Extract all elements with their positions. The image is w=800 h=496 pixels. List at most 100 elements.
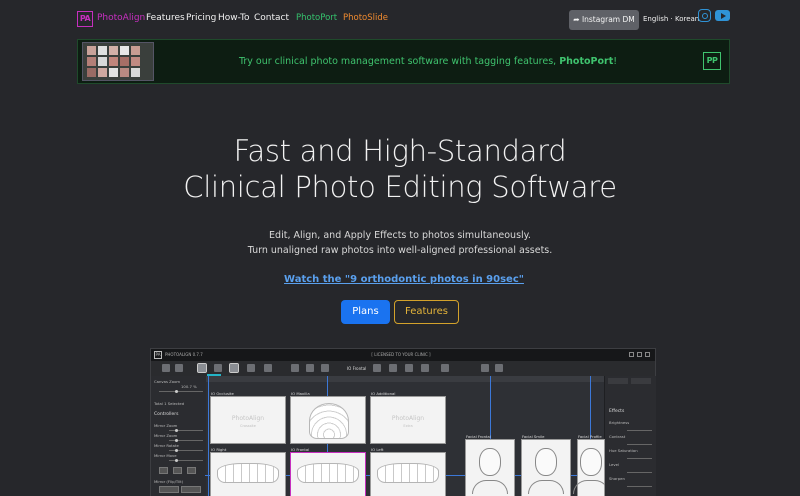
columns-icon [441, 364, 449, 372]
crop-icon [264, 364, 272, 372]
canvas-zoom-label: Canvas Zoom [154, 379, 181, 384]
effect-row-5: Sharpen [609, 476, 625, 481]
controller-knob-4 [175, 459, 178, 462]
minimize-icon [629, 352, 634, 357]
photo-label: IO Maxilla [291, 391, 310, 396]
photo-label: Facial Smile [522, 434, 545, 439]
face-head-drawing [535, 448, 557, 476]
align-icon [291, 364, 299, 372]
nav-link-contact[interactable]: Contact [254, 13, 289, 23]
align-3-icon [321, 364, 329, 372]
app-logo-icon: PA [154, 351, 162, 359]
panel-btn-1 [159, 467, 168, 474]
photo-watermark-sub: Extra [403, 424, 413, 428]
maximize-icon [637, 352, 642, 357]
photo-watermark-sub: Crosssite [240, 424, 256, 428]
flip-btn-1 [159, 486, 179, 493]
instagram-dm-label: Instagram DM [581, 15, 635, 24]
brand-name[interactable]: PhotoAlign [97, 13, 145, 23]
nav-link-features[interactable]: Features [146, 13, 185, 23]
photo-label: Facial Frontal [466, 434, 491, 439]
effect-slider-5 [627, 486, 652, 487]
paper-plane-icon: ➦ [573, 15, 580, 24]
photo-io-maxilla: IO Maxilla [290, 391, 366, 444]
trash-icon [373, 364, 381, 372]
nav-link-photoslide[interactable]: PhotoSlide [343, 13, 388, 23]
banner-text-prefix: Try our clinical photo management softwa… [238, 56, 560, 67]
hero-title-line-2: Clinical Photo Editing Software [183, 170, 617, 204]
expand-icon [405, 364, 413, 372]
features-button[interactable]: Features [394, 300, 459, 324]
app-toolbar: IO Frontal [151, 361, 655, 376]
photo-label: IO Additional [371, 391, 396, 396]
photo-watermark: PhotoAlign [231, 415, 265, 422]
gear-icon [481, 364, 489, 372]
nav-link-pricing[interactable]: Pricing [186, 13, 216, 23]
effect-slider-2 [627, 444, 652, 445]
diamond-icon [214, 364, 222, 372]
effect-slider-4 [627, 472, 652, 473]
zoom-slider-knob [175, 390, 178, 393]
canvas-zoom-value: 100.7 % [181, 384, 197, 389]
hero-subtitle-line-2: Turn unaligned raw photos into well-alig… [247, 245, 553, 256]
nav-link-how-to[interactable]: How-To [218, 13, 250, 23]
photo-label: IO Right [211, 447, 227, 452]
app-ruler [206, 376, 604, 382]
nav-link-photoport[interactable]: PhotoPort [296, 13, 337, 23]
youtube-icon[interactable] [715, 10, 730, 21]
controller-row-1: Mirror Zoom [154, 423, 178, 428]
photo-facial-smile: Facial Smile [521, 434, 571, 496]
language-switch[interactable]: English · Korean [643, 15, 699, 23]
controller-row-3: Mirror Rotate [154, 443, 179, 448]
photoalign-logo-icon[interactable]: PA [77, 11, 93, 27]
plans-button[interactable]: Plans [341, 300, 390, 324]
undo-icon [608, 378, 628, 384]
effect-row-3: Hue Saturation [609, 448, 638, 453]
layout-icon [229, 363, 239, 373]
banner-text-bold: PhotoPort [559, 56, 614, 67]
hero-title-line-1: Fast and High-Standard [233, 134, 567, 168]
rotate-icon [389, 364, 397, 372]
photo-io-additional: IO Additional PhotoAlign Extra [370, 391, 446, 444]
app-title: PHOTOALIGN 0.7.7 [165, 352, 203, 357]
instagram-icon[interactable] [698, 9, 711, 22]
align-2-icon [306, 364, 314, 372]
face-head-drawing [479, 448, 501, 476]
frame-icon [247, 364, 255, 372]
photo-label: Facial Profile [578, 434, 602, 439]
mirror-flip-label: Mirror (Flip/Tilt) [154, 479, 184, 484]
effects-label: Effects [609, 409, 625, 414]
zoom-slider [159, 391, 203, 392]
photoport-logo-icon: PP [703, 52, 721, 70]
watch-video-link[interactable]: Watch the "9 orthodontic photos in 90sec… [0, 274, 800, 285]
teeth-drawing [296, 463, 360, 483]
photo-label: IO Occlusite [211, 391, 234, 396]
flip-btn-2 [181, 486, 201, 493]
controller-row-4: Mirror Move [154, 453, 177, 458]
photo-io-frontal: IO Frontal [290, 447, 366, 496]
guide-line-v1 [208, 376, 209, 496]
save-icon [162, 364, 170, 372]
face-body-drawing [528, 480, 564, 494]
maxilla-arch [309, 403, 349, 439]
teeth-drawing [216, 463, 280, 483]
hero-subtitle-line-1: Edit, Align, and Apply Effects to photos… [269, 230, 531, 241]
photo-facial-frontal: Facial Frontal [465, 434, 515, 496]
photoport-banner[interactable]: Try our clinical photo management softwa… [77, 39, 730, 84]
top-nav: PA PhotoAlign Features Pricing How-To Co… [0, 0, 800, 38]
banner-text[interactable]: Try our clinical photo management softwa… [78, 56, 778, 67]
face-head-drawing [580, 448, 602, 476]
photo-io-left: IO Left [370, 447, 446, 496]
photo-watermark: PhotoAlign [391, 415, 425, 422]
close-icon [645, 352, 650, 357]
effect-row-1: Brightness [609, 420, 630, 425]
app-right-panel: Effects Brightness Contrast Hue Saturati… [605, 376, 656, 496]
teeth-drawing [376, 463, 440, 483]
instagram-dm-button[interactable]: ➦ Instagram DM [569, 10, 639, 30]
redo-icon [631, 378, 651, 384]
photo-label: IO Left [371, 447, 384, 452]
app-title-bar: PA PHOTOALIGN 0.7.7 [ LICENSED TO YOUR C… [151, 349, 655, 361]
panel-btn-2 [173, 467, 182, 474]
photo-io-right: IO Right [210, 447, 286, 496]
photo-io-occlusite: IO Occlusite PhotoAlign Crosssite [210, 391, 286, 444]
